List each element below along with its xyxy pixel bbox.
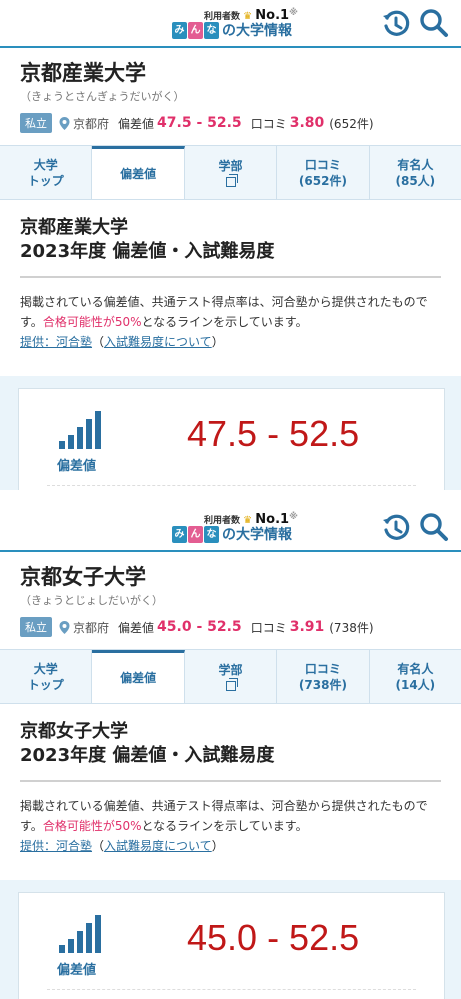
provider-link[interactable]: 提供：河合塾	[20, 335, 92, 349]
logo-box: ん	[188, 526, 203, 543]
screenshot-kyoto-joshi: 利用者数 ♛ No.1※ み ん な の大学情報 京都女子大学 （きょうとじょし…	[0, 504, 461, 999]
logo-no1: No.1	[255, 8, 290, 23]
site-header: 利用者数 ♛ No.1※ み ん な の大学情報	[0, 0, 461, 48]
card-divider	[47, 485, 416, 486]
site-header: 利用者数 ♛ No.1※ み ん な の大学情報	[0, 504, 461, 552]
school-tabs: 大学 トップ 偏差値 学部 口コミ (652件) 有名人 (85人)	[0, 145, 461, 200]
tab-top[interactable]: 大学 トップ	[0, 650, 93, 703]
difficulty-about-link[interactable]: 入試難易度について	[104, 335, 212, 349]
difficulty-about-link[interactable]: 入試難易度について	[104, 839, 212, 853]
tab-deviation[interactable]: 偏差値	[92, 650, 185, 703]
school-reading: （きょうとじょしだいがく）	[20, 594, 163, 607]
school-header: 京都産業大学 （きょうとさんぎょうだいがく） 私立 京都府 偏差値 47.5 -…	[0, 60, 461, 133]
logo-users-label: 利用者数	[204, 12, 241, 22]
crown-icon: ♛	[243, 11, 253, 22]
school-meta: 私立 京都府 偏差値 47.5 - 52.5 口コミ 3.80 (652件)	[20, 113, 441, 133]
logo-box: み	[172, 22, 187, 39]
history-icon[interactable]	[381, 513, 411, 543]
site-logo[interactable]: 利用者数 ♛ No.1※ み ん な の大学情報	[172, 8, 298, 42]
screenshot-kyoto-sangyo: 利用者数 ♛ No.1※ み ん な の大学情報 京都産業大学 （きょうとさんぎ…	[0, 0, 461, 490]
tab-deviation[interactable]: 偏差値	[92, 146, 185, 199]
search-icon[interactable]	[419, 512, 449, 542]
search-icon[interactable]	[419, 8, 449, 38]
card-divider	[47, 989, 416, 990]
logo-users-label: 利用者数	[204, 516, 241, 526]
school-type-badge: 私立	[20, 617, 52, 637]
source-links: 提供：河合塾（入試難易度について）	[20, 335, 224, 349]
card-deviation-value: 47.5 - 52.5	[187, 413, 360, 454]
school-meta: 私立 京都府 偏差値 45.0 - 52.5 口コミ 3.91 (738件)	[20, 617, 441, 637]
deviation-label: 偏差値	[118, 116, 155, 131]
history-icon[interactable]	[381, 9, 411, 39]
logo-text: の大学情報	[222, 23, 292, 39]
logo-no1: No.1	[255, 512, 290, 527]
logo-mark: ※	[289, 8, 298, 18]
prefecture: 京都府	[73, 116, 110, 131]
school-type-badge: 私立	[20, 113, 52, 133]
review-label: 口コミ	[250, 116, 287, 131]
tab-faculty[interactable]: 学部	[185, 650, 278, 703]
prefecture: 京都府	[73, 620, 110, 635]
logo-mark: ※	[289, 512, 298, 522]
logo-box: み	[172, 526, 187, 543]
tab-faculty[interactable]: 学部	[185, 146, 278, 199]
description: 掲載されている偏差値、共通テスト得点率は、河合塾から提供されたものです。合格可能…	[20, 295, 428, 329]
location-pin-icon	[59, 116, 70, 130]
logo-box: ん	[188, 22, 203, 39]
divider	[20, 780, 441, 782]
deviation-card: 偏差値 47.5 - 52.5	[18, 388, 445, 490]
school-name: 京都女子大学	[20, 565, 146, 589]
deviation-panel: 偏差値 45.0 - 52.5	[0, 880, 461, 999]
external-window-icon	[225, 678, 238, 691]
school-tabs: 大学 トップ 偏差値 学部 口コミ (738件) 有名人 (14人)	[0, 649, 461, 704]
review-count: (738件)	[329, 620, 374, 635]
deviation-label: 偏差値	[118, 620, 155, 635]
deviation-value: 45.0 - 52.5	[157, 619, 242, 635]
section-title: 京都産業大学 2023年度 偏差値・入試難易度	[20, 217, 275, 262]
tab-reviews[interactable]: 口コミ (738件)	[277, 650, 370, 703]
review-score: 3.80	[289, 115, 325, 131]
card-label: 偏差値	[57, 963, 97, 978]
logo-text: の大学情報	[222, 527, 292, 543]
review-count: (652件)	[329, 116, 374, 131]
tab-celebrities[interactable]: 有名人 (85人)	[370, 146, 461, 199]
bar-chart-icon	[59, 411, 101, 449]
provider-link[interactable]: 提供：河合塾	[20, 839, 92, 853]
section-title: 京都女子大学 2023年度 偏差値・入試難易度	[20, 721, 275, 766]
review-score: 3.91	[289, 619, 325, 635]
review-label: 口コミ	[250, 620, 287, 635]
deviation-card: 偏差値 45.0 - 52.5	[18, 892, 445, 999]
site-logo[interactable]: 利用者数 ♛ No.1※ み ん な の大学情報	[172, 512, 298, 546]
deviation-panel: 偏差値 47.5 - 52.5	[0, 376, 461, 490]
school-reading: （きょうとさんぎょうだいがく）	[20, 90, 185, 103]
source-links: 提供：河合塾（入試難易度について）	[20, 839, 224, 853]
bar-chart-icon	[59, 915, 101, 953]
logo-box: な	[204, 526, 219, 543]
location-pin-icon	[59, 620, 70, 634]
deviation-value: 47.5 - 52.5	[157, 115, 242, 131]
school-name: 京都産業大学	[20, 61, 146, 85]
card-deviation-value: 45.0 - 52.5	[187, 917, 360, 958]
tab-reviews[interactable]: 口コミ (652件)	[277, 146, 370, 199]
external-window-icon	[225, 174, 238, 187]
description: 掲載されている偏差値、共通テスト得点率は、河合塾から提供されたものです。合格可能…	[20, 799, 428, 833]
divider	[20, 276, 441, 278]
card-label: 偏差値	[57, 459, 97, 474]
logo-box: な	[204, 22, 219, 39]
crown-icon: ♛	[243, 515, 253, 526]
tab-celebrities[interactable]: 有名人 (14人)	[370, 650, 461, 703]
school-header: 京都女子大学 （きょうとじょしだいがく） 私立 京都府 偏差値 45.0 - 5…	[0, 564, 461, 637]
tab-top[interactable]: 大学 トップ	[0, 146, 93, 199]
